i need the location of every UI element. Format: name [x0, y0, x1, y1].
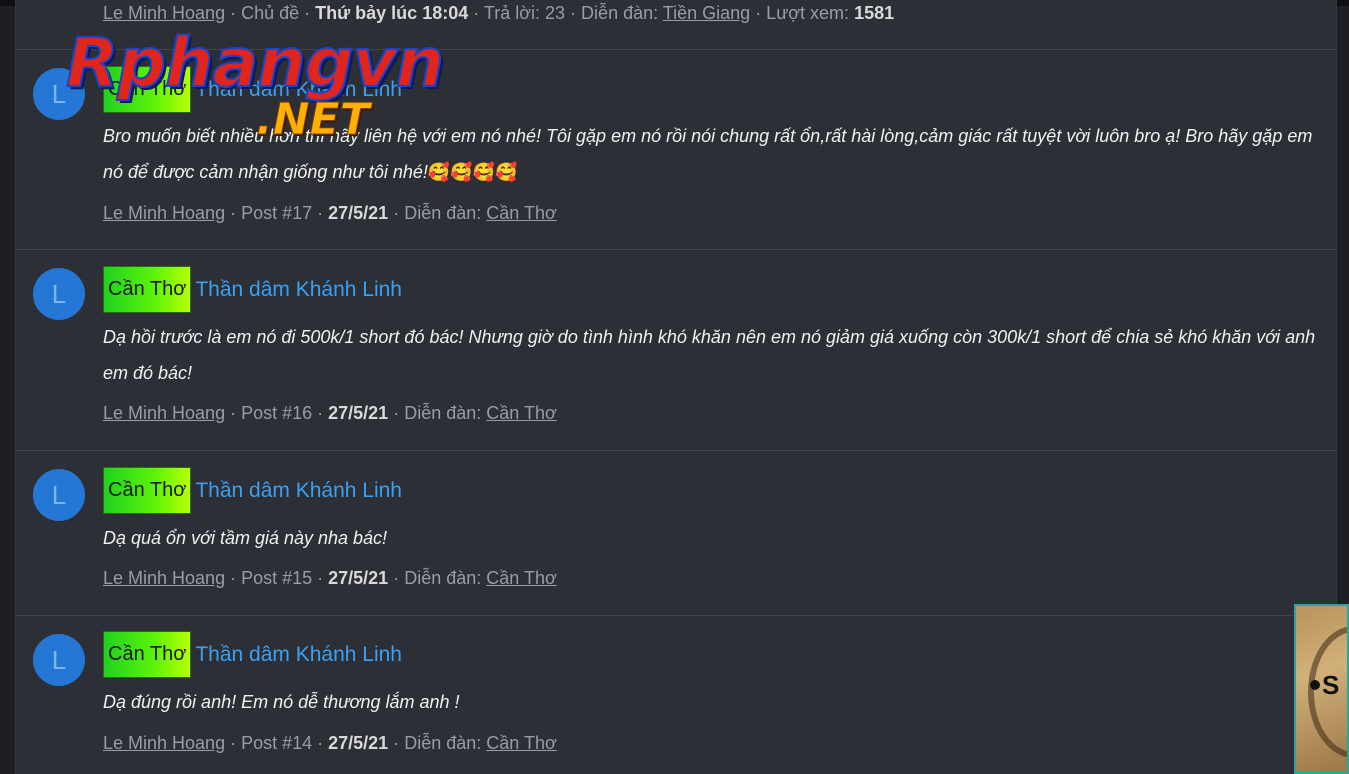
prefix-badge[interactable]: Cần Thơ — [103, 631, 192, 678]
post-number: · Post #14 · — [225, 733, 329, 753]
previous-result-row: Le Minh Hoang · Chủ đề · Thứ bảy lúc 18:… — [16, 0, 1336, 50]
result-meta: Le Minh Hoang · Chủ đề · Thứ bảy lúc 18:… — [103, 3, 894, 24]
result-meta: Le Minh Hoang · Post #17 · 27/5/21 · Diễ… — [103, 203, 557, 224]
avatar[interactable]: L — [33, 68, 85, 120]
result-snippet: Dạ quá ổn với tầm giá này nha bác! — [103, 520, 1318, 556]
forum-link[interactable]: Cần Thơ — [486, 733, 557, 753]
post-number: · Post #17 · — [225, 203, 329, 223]
ad-text: S — [1322, 670, 1340, 700]
snippet-text: Bro muốn biết nhiều hơn thì hãy liên hệ … — [103, 126, 1313, 182]
forum-label: · Diễn đàn: — [388, 568, 487, 588]
result-title: Cần Thơ Thần dâm Khánh Linh — [103, 631, 402, 678]
search-results-panel: Le Minh Hoang · Chủ đề · Thứ bảy lúc 18:… — [15, 0, 1337, 774]
side-ad-banner[interactable]: S — [1294, 604, 1349, 774]
author-link[interactable]: Le Minh Hoang — [103, 733, 225, 753]
meta-replies: · Trả lời: 23 · Diễn đàn: — [468, 3, 663, 23]
post-date: Thứ bảy lúc 18:04 — [315, 3, 469, 23]
result-title: Cần Thơ Thần dâm Khánh Linh — [103, 66, 402, 113]
thread-title-link[interactable]: Thần dâm Khánh Linh — [195, 78, 402, 102]
forum-label: · Diễn đàn: — [388, 203, 487, 223]
snippet-text: Dạ hồi trước là em nó đi 500k/1 short đó… — [103, 327, 1316, 383]
snippet-text: Dạ quá ổn với tầm giá này nha bác! — [103, 528, 388, 548]
avatar[interactable]: L — [33, 469, 85, 521]
result-meta: Le Minh Hoang · Post #16 · 27/5/21 · Diễ… — [103, 403, 557, 424]
result-snippet: Bro muốn biết nhiều hơn thì hãy liên hệ … — [103, 118, 1318, 190]
prefix-badge[interactable]: Cần Thơ — [103, 266, 192, 313]
result-item: L Cần Thơ Thần dâm Khánh Linh Dạ hồi trướ… — [16, 250, 1336, 451]
avatar[interactable]: L — [33, 268, 85, 320]
post-date: 27/5/21 — [328, 733, 389, 753]
post-date: 27/5/21 — [328, 203, 389, 223]
thread-title-link[interactable]: Thần dâm Khánh Linh — [195, 278, 402, 302]
post-date: 27/5/21 — [328, 403, 389, 423]
snippet-text: Dạ đúng rồi anh! Em nó dễ thương lắm anh… — [103, 692, 460, 712]
prefix-badge[interactable]: Cần Thơ — [103, 66, 192, 113]
author-link[interactable]: Le Minh Hoang — [103, 568, 225, 588]
prefix-badge[interactable]: Cần Thơ — [103, 467, 192, 514]
forum-label: · Diễn đàn: — [388, 403, 487, 423]
result-item: L Cần Thơ Thần dâm Khánh Linh Dạ quá ổn v… — [16, 451, 1336, 616]
result-snippet: Dạ hồi trước là em nó đi 500k/1 short đó… — [103, 319, 1318, 391]
views-count: 1581 — [854, 3, 895, 23]
result-title: Cần Thơ Thần dâm Khánh Linh — [103, 467, 402, 514]
result-item: L Cần Thơ Thần dâm Khánh Linh Bro muốn bi… — [16, 50, 1336, 250]
forum-label: · Diễn đàn: — [388, 733, 487, 753]
result-meta: Le Minh Hoang · Post #15 · 27/5/21 · Diễ… — [103, 568, 557, 589]
author-link[interactable]: Le Minh Hoang — [103, 203, 225, 223]
author-link[interactable]: Le Minh Hoang — [103, 3, 225, 23]
ad-dot-graphic — [1310, 680, 1320, 690]
post-date: 27/5/21 — [328, 568, 389, 588]
result-snippet: Dạ đúng rồi anh! Em nó dễ thương lắm anh… — [103, 684, 1318, 720]
result-meta: Le Minh Hoang · Post #14 · 27/5/21 · Diễ… — [103, 733, 557, 754]
author-link[interactable]: Le Minh Hoang — [103, 403, 225, 423]
thread-title-link[interactable]: Thần dâm Khánh Linh — [195, 479, 402, 503]
result-title: Cần Thơ Thần dâm Khánh Linh — [103, 266, 402, 313]
thread-title-link[interactable]: Thần dâm Khánh Linh — [195, 643, 402, 667]
forum-link[interactable]: Cần Thơ — [486, 403, 557, 423]
forum-link[interactable]: Tiền Giang — [663, 3, 750, 23]
forum-link[interactable]: Cần Thơ — [486, 203, 557, 223]
avatar[interactable]: L — [33, 634, 85, 686]
forum-link[interactable]: Cần Thơ — [486, 568, 557, 588]
smiling-face-hearts-icon: 🥰🥰🥰🥰 — [427, 162, 518, 182]
meta-views-label: · Lượt xem: — [750, 3, 855, 23]
result-item: L Cần Thơ Thần dâm Khánh Linh Dạ đúng rồi… — [16, 616, 1336, 774]
meta-separator: · Chủ đề · — [225, 3, 316, 23]
post-number: · Post #15 · — [225, 568, 329, 588]
post-number: · Post #16 · — [225, 403, 329, 423]
